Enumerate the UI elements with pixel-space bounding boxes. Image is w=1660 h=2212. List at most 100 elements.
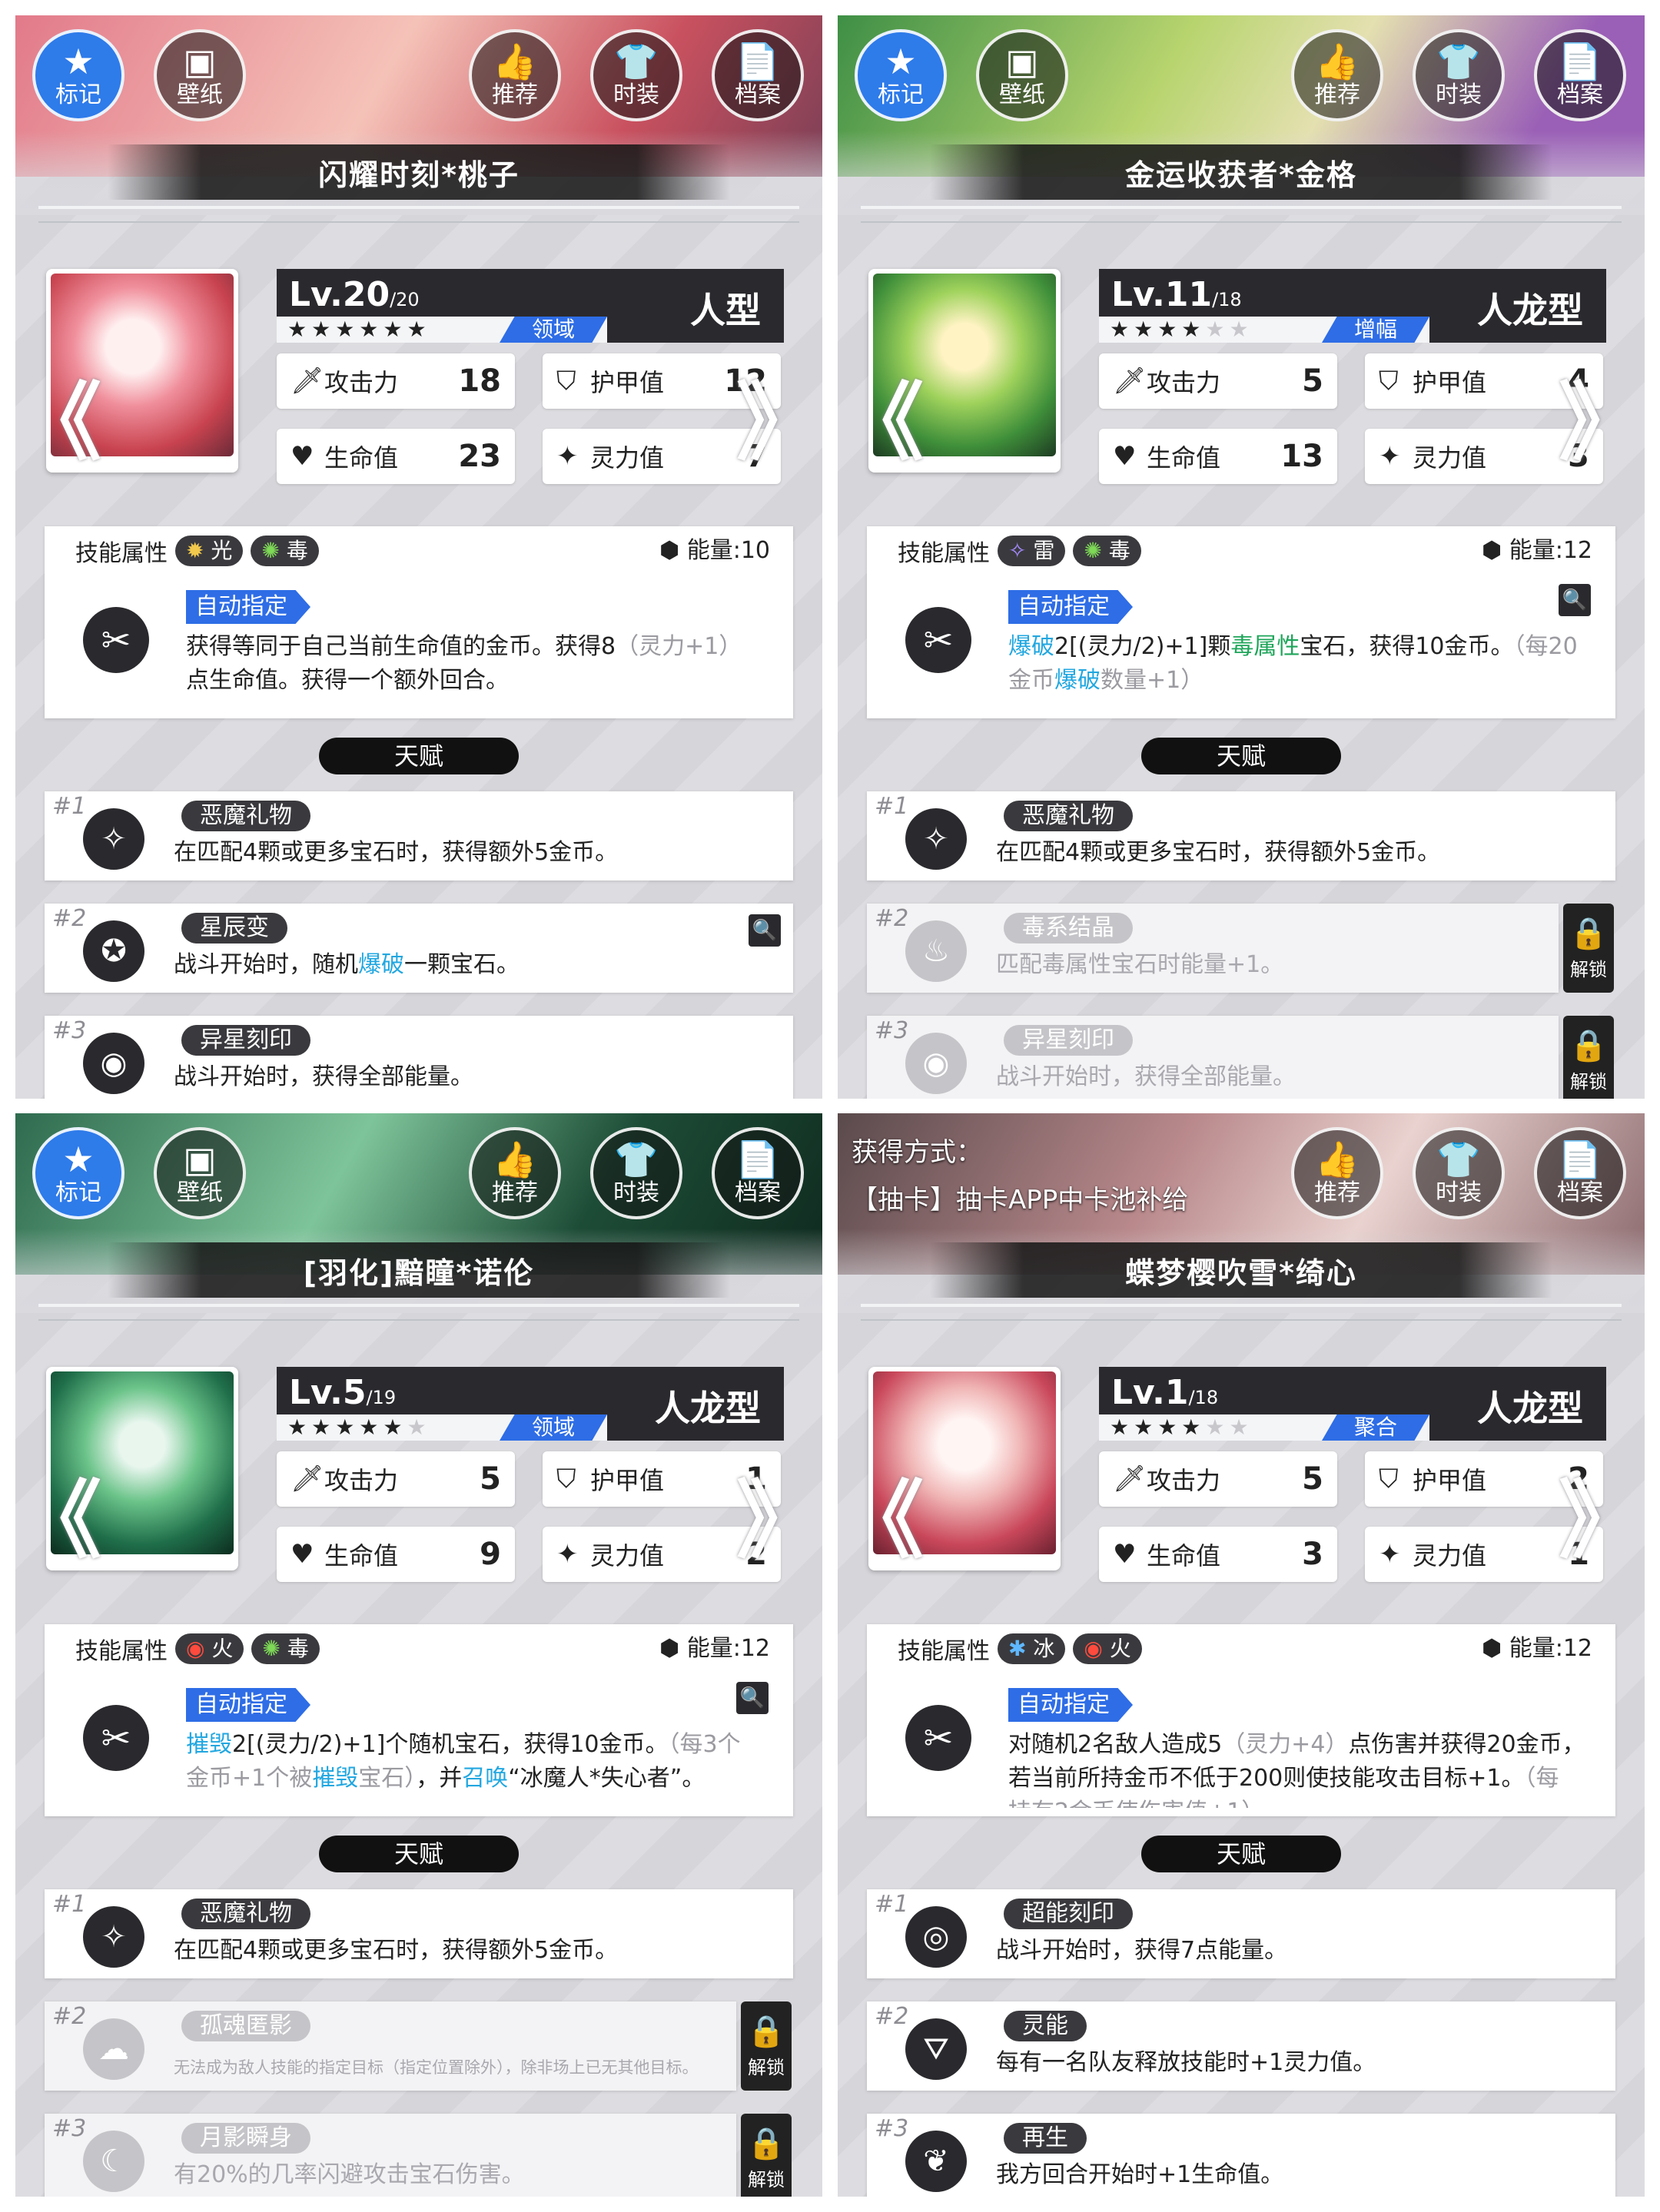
sword-icon: 🗡 xyxy=(1113,366,1147,396)
talent-header: 天赋 xyxy=(319,738,519,774)
character-panel-2: ★ 标记 ▣ 壁纸 👍 推荐 👕 时装 📄 档案 金运收获者*金格 Lv.11/… xyxy=(838,15,1645,1099)
prev-character-arrow[interactable]: 《 xyxy=(17,353,101,476)
mark-button[interactable]: ★ 标记 xyxy=(32,1127,124,1219)
sword-icon: 🗡 xyxy=(290,1464,324,1494)
health-stat: ♥ 生命值 3 xyxy=(1099,1527,1337,1582)
lonely-shadow-icon: ☁ xyxy=(83,2018,144,2080)
sword-icon: 🗡 xyxy=(290,366,324,396)
prev-character-arrow[interactable]: 《 xyxy=(839,353,924,476)
shirt-icon: 👕 xyxy=(614,1139,659,1180)
element-poison: ✺ 毒 xyxy=(251,1633,320,1664)
unlock-button[interactable]: 🔒 解锁 xyxy=(741,2114,792,2197)
unlock-button[interactable]: 🔒 解锁 xyxy=(1563,1016,1614,1099)
character-panel-3: ★ 标记 ▣ 壁纸 👍 推荐 👕 时装 📄 档案 [羽化]黯瞳*诺伦 Lv.5/… xyxy=(15,1113,822,2197)
character-name: 蝶梦樱吹雪*绮心 xyxy=(930,1242,1552,1298)
talent-3[interactable]: #3 ☾ 月影瞬身 有20%的几率闪避攻击宝石伤害。 xyxy=(45,2114,736,2197)
element-poison: ✺ 毒 xyxy=(1073,536,1141,566)
archive-button[interactable]: 📄 档案 xyxy=(1534,1127,1626,1219)
talent-2[interactable]: #2 ☁ 孤魂匿影 无法成为敌人技能的指定目标（指定位置除外），除非场上已无其他… xyxy=(45,2001,736,2091)
energy-value: ⬢ 能量:12 xyxy=(1481,537,1592,564)
energy-icon: ⬢ xyxy=(1481,537,1502,564)
level-value: Lv.11 xyxy=(1111,275,1213,314)
next-character-arrow[interactable]: 》 xyxy=(1559,1451,1643,1574)
health-stat: ♥ 生命值 9 xyxy=(277,1527,515,1582)
demon-gift-icon: ✧ xyxy=(83,808,144,870)
mark-button[interactable]: ★ 标记 xyxy=(855,29,947,121)
talent-header: 天赋 xyxy=(1141,1836,1341,1872)
skill-attributes: 技能属性 ◉ 火 ✺ 毒 ⬢ 能量:12 xyxy=(45,1630,793,1668)
archive-button[interactable]: 📄 档案 xyxy=(1534,29,1626,121)
wallpaper-button[interactable]: ▣ 壁纸 xyxy=(154,29,246,121)
acquisition-info: 获得方式： 【抽卡】抽卡APP中卡池补给 xyxy=(852,1137,1189,1215)
skill-icon: ✂ xyxy=(905,1705,971,1771)
next-character-arrow[interactable]: 》 xyxy=(736,353,821,476)
image-icon: ▣ xyxy=(183,1139,217,1180)
element-fire: ◉ 火 xyxy=(1073,1633,1142,1664)
outfit-button[interactable]: 👕 时装 xyxy=(1413,29,1505,121)
fire-icon: ◉ xyxy=(186,1636,205,1661)
prev-character-arrow[interactable]: 《 xyxy=(839,1451,924,1574)
shirt-icon: 👕 xyxy=(1436,1139,1481,1180)
outfit-button[interactable]: 👕 时装 xyxy=(590,29,682,121)
talent-3[interactable]: #3 ◉ 异星刻印 战斗开始时，获得全部能量。 xyxy=(45,1016,793,1099)
star-change-icon: ✪ xyxy=(83,920,144,982)
talent-3[interactable]: #3 ◉ 异星刻印 战斗开始时，获得全部能量。 xyxy=(867,1016,1559,1099)
recommend-button[interactable]: 👍 推荐 xyxy=(469,1127,561,1219)
document-icon: 📄 xyxy=(1558,1139,1602,1180)
star-icon: ★ xyxy=(885,41,917,82)
document-icon: 📄 xyxy=(1558,41,1602,82)
demon-gift-icon: ✧ xyxy=(83,1906,144,1968)
auto-target-tag: 自动指定 xyxy=(1008,590,1133,624)
level-box: Lv.20/20 ★★★★★★ 领域 人型 xyxy=(277,269,784,343)
energy-icon: ⬢ xyxy=(659,537,680,564)
talent-2[interactable]: #2 ✪ 星辰变 战斗开始时，随机爆破一颗宝石。 🔍 xyxy=(45,904,793,993)
auto-target-tag: 自动指定 xyxy=(186,1688,310,1722)
element-ice: ✱ 冰 xyxy=(998,1633,1066,1664)
heart-icon: ♥ xyxy=(290,441,314,472)
thumbs-up-icon: 👍 xyxy=(1315,1139,1360,1180)
recommend-button[interactable]: 👍 推荐 xyxy=(1291,1127,1383,1219)
mark-button[interactable]: ★ 标记 xyxy=(32,29,124,121)
poison-icon: ✺ xyxy=(1084,538,1102,563)
shirt-icon: 👕 xyxy=(1436,41,1481,82)
next-character-arrow[interactable]: 》 xyxy=(736,1451,821,1574)
next-character-arrow[interactable]: 》 xyxy=(1559,353,1643,476)
level-box: Lv.5/19 ★★★★★★ 领域 人龙型 xyxy=(277,1367,784,1441)
archive-button[interactable]: 📄 档案 xyxy=(712,29,804,121)
level-box: Lv.11/18 ★★★★★★ 增幅 人龙型 xyxy=(1099,269,1606,343)
magnify-icon[interactable]: 🔍 xyxy=(749,914,781,947)
attack-stat: 🗡 攻击力 18 xyxy=(277,353,515,409)
talent-1[interactable]: #1 ✧ 恶魔礼物 在匹配4颗或更多宝石时，获得额外5金币。 xyxy=(867,791,1615,880)
snowflake-icon: ✱ xyxy=(1008,1636,1027,1661)
prev-character-arrow[interactable]: 《 xyxy=(17,1451,101,1574)
faction-badge: 领域 xyxy=(500,317,607,343)
talent-2[interactable]: #2 ⛛ 灵能 每有一名队友释放技能时+1灵力值。 xyxy=(867,2001,1615,2091)
talent-1[interactable]: #1 ✧ 恶魔礼物 在匹配4颗或更多宝石时，获得额外5金币。 xyxy=(45,1889,793,1978)
talent-1[interactable]: #1 ✧ 恶魔礼物 在匹配4颗或更多宝石时，获得额外5金币。 xyxy=(45,791,793,880)
recommend-button[interactable]: 👍 推荐 xyxy=(469,29,561,121)
wallpaper-button[interactable]: ▣ 壁纸 xyxy=(154,1127,246,1219)
demon-gift-icon: ✧ xyxy=(905,808,967,870)
lock-icon: 🔒 xyxy=(1569,916,1608,951)
talent-3[interactable]: #3 ❦ 再生 我方回合开始时+1生命值。 xyxy=(867,2114,1615,2197)
moon-shadow-icon: ☾ xyxy=(83,2131,144,2192)
faction-badge: 增幅 xyxy=(1322,317,1429,343)
magnify-icon[interactable]: 🔍 xyxy=(736,1682,769,1714)
unlock-button[interactable]: 🔒 解锁 xyxy=(741,2001,792,2091)
image-icon: ▣ xyxy=(1005,41,1039,82)
unlock-button[interactable]: 🔒 解锁 xyxy=(1563,904,1614,993)
skill-icon: ✂ xyxy=(905,607,971,673)
talent-1[interactable]: #1 ◎ 超能刻印 战斗开始时，获得7点能量。 xyxy=(867,1889,1615,1978)
outfit-button[interactable]: 👕 时装 xyxy=(1413,1127,1505,1219)
magnify-icon[interactable]: 🔍 xyxy=(1559,584,1591,616)
poison-icon: ✺ xyxy=(261,538,280,563)
skill-description: 对随机2名敌人造成5（灵力+4）点伤害并获得20金币， 若当前所持金币不低于20… xyxy=(1008,1731,1585,1808)
wallpaper-button[interactable]: ▣ 壁纸 xyxy=(976,29,1068,121)
element-thunder: ✧ 雷 xyxy=(998,536,1066,566)
star-icon: ★ xyxy=(62,1139,95,1180)
health-stat: ♥ 生命值 23 xyxy=(277,429,515,484)
recommend-button[interactable]: 👍 推荐 xyxy=(1291,29,1383,121)
talent-2[interactable]: #2 ♨ 毒系结晶 匹配毒属性宝石时能量+1。 xyxy=(867,904,1559,993)
outfit-button[interactable]: 👕 时装 xyxy=(590,1127,682,1219)
archive-button[interactable]: 📄 档案 xyxy=(712,1127,804,1219)
